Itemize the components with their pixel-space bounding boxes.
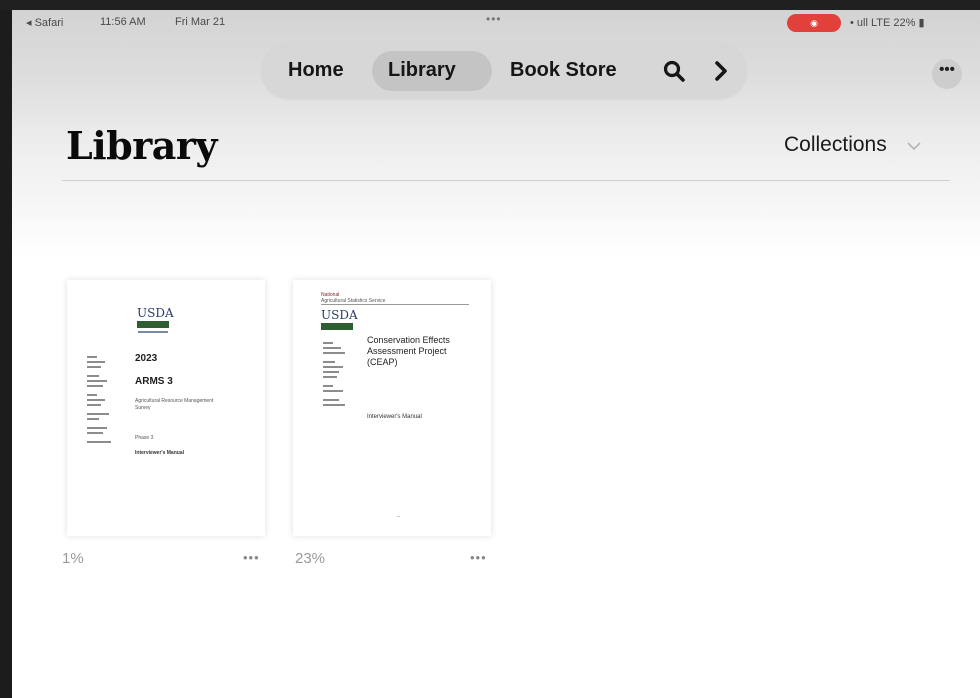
book-cover-ceap[interactable]: National Agricultural Statistics Service… <box>293 280 491 536</box>
page-title: Library <box>66 123 217 168</box>
status-time: 11:56 AM <box>100 16 146 28</box>
collections-button[interactable]: Collections <box>784 133 887 157</box>
book-year: 2023 <box>135 353 158 364</box>
top-navigation-bar: Home Library Book Store <box>262 44 746 98</box>
chevron-down-icon[interactable] <box>906 140 922 152</box>
usda-logo: USDA <box>321 308 358 322</box>
more-options-button[interactable]: ••• <box>932 59 962 89</box>
usda-logo-bar <box>321 323 353 330</box>
book-progress: 23% <box>295 550 326 567</box>
device-bezel-top <box>0 0 980 10</box>
status-date: Fri Mar 21 <box>175 16 226 28</box>
cover-sidebar-text <box>323 342 357 409</box>
book-manual-label: Interviewer's Manual <box>367 414 422 420</box>
cover-sidebar-text <box>87 356 121 446</box>
book-more-button[interactable]: ••• <box>243 550 260 565</box>
book-manual-label: Interviewer's Manual <box>135 450 184 456</box>
book-cover-arms3[interactable]: USDA 2023 ARMS 3 Agricultural Resource M… <box>67 280 265 536</box>
usda-logo-subline <box>138 331 168 333</box>
header-divider <box>62 180 950 181</box>
book-phase: Phase 3 <box>135 435 154 441</box>
connectivity-status: • ull LTE 22% ▮ <box>850 17 925 29</box>
book-more-button[interactable]: ••• <box>470 550 487 565</box>
device-bezel-left <box>0 0 12 698</box>
book-title: Conservation Effects Assessment Project … <box>367 335 450 367</box>
usda-logo-bar <box>137 321 169 328</box>
search-icon[interactable] <box>662 59 686 83</box>
status-bar: ◂ Safari 11:56 AM Fri Mar 21 ••• ◉ • ull… <box>12 10 980 34</box>
multitasking-dots-icon[interactable]: ••• <box>486 12 502 26</box>
book-subtitle: Agricultural Resource Management Survey <box>135 398 214 411</box>
usda-logo: USDA <box>137 306 174 320</box>
tab-home[interactable]: Home <box>288 59 344 82</box>
cover-rule <box>321 304 469 305</box>
tab-library[interactable]: Library <box>388 59 456 82</box>
book-title: ARMS 3 <box>135 376 173 387</box>
cover-page-mark <box>397 516 400 517</box>
screen-recording-badge[interactable]: ◉ <box>787 14 841 32</box>
book-progress: 1% <box>62 550 84 567</box>
back-to-app-link[interactable]: ◂ Safari <box>26 16 63 29</box>
chevron-right-icon[interactable] <box>712 59 730 83</box>
tab-book-store[interactable]: Book Store <box>510 59 617 82</box>
